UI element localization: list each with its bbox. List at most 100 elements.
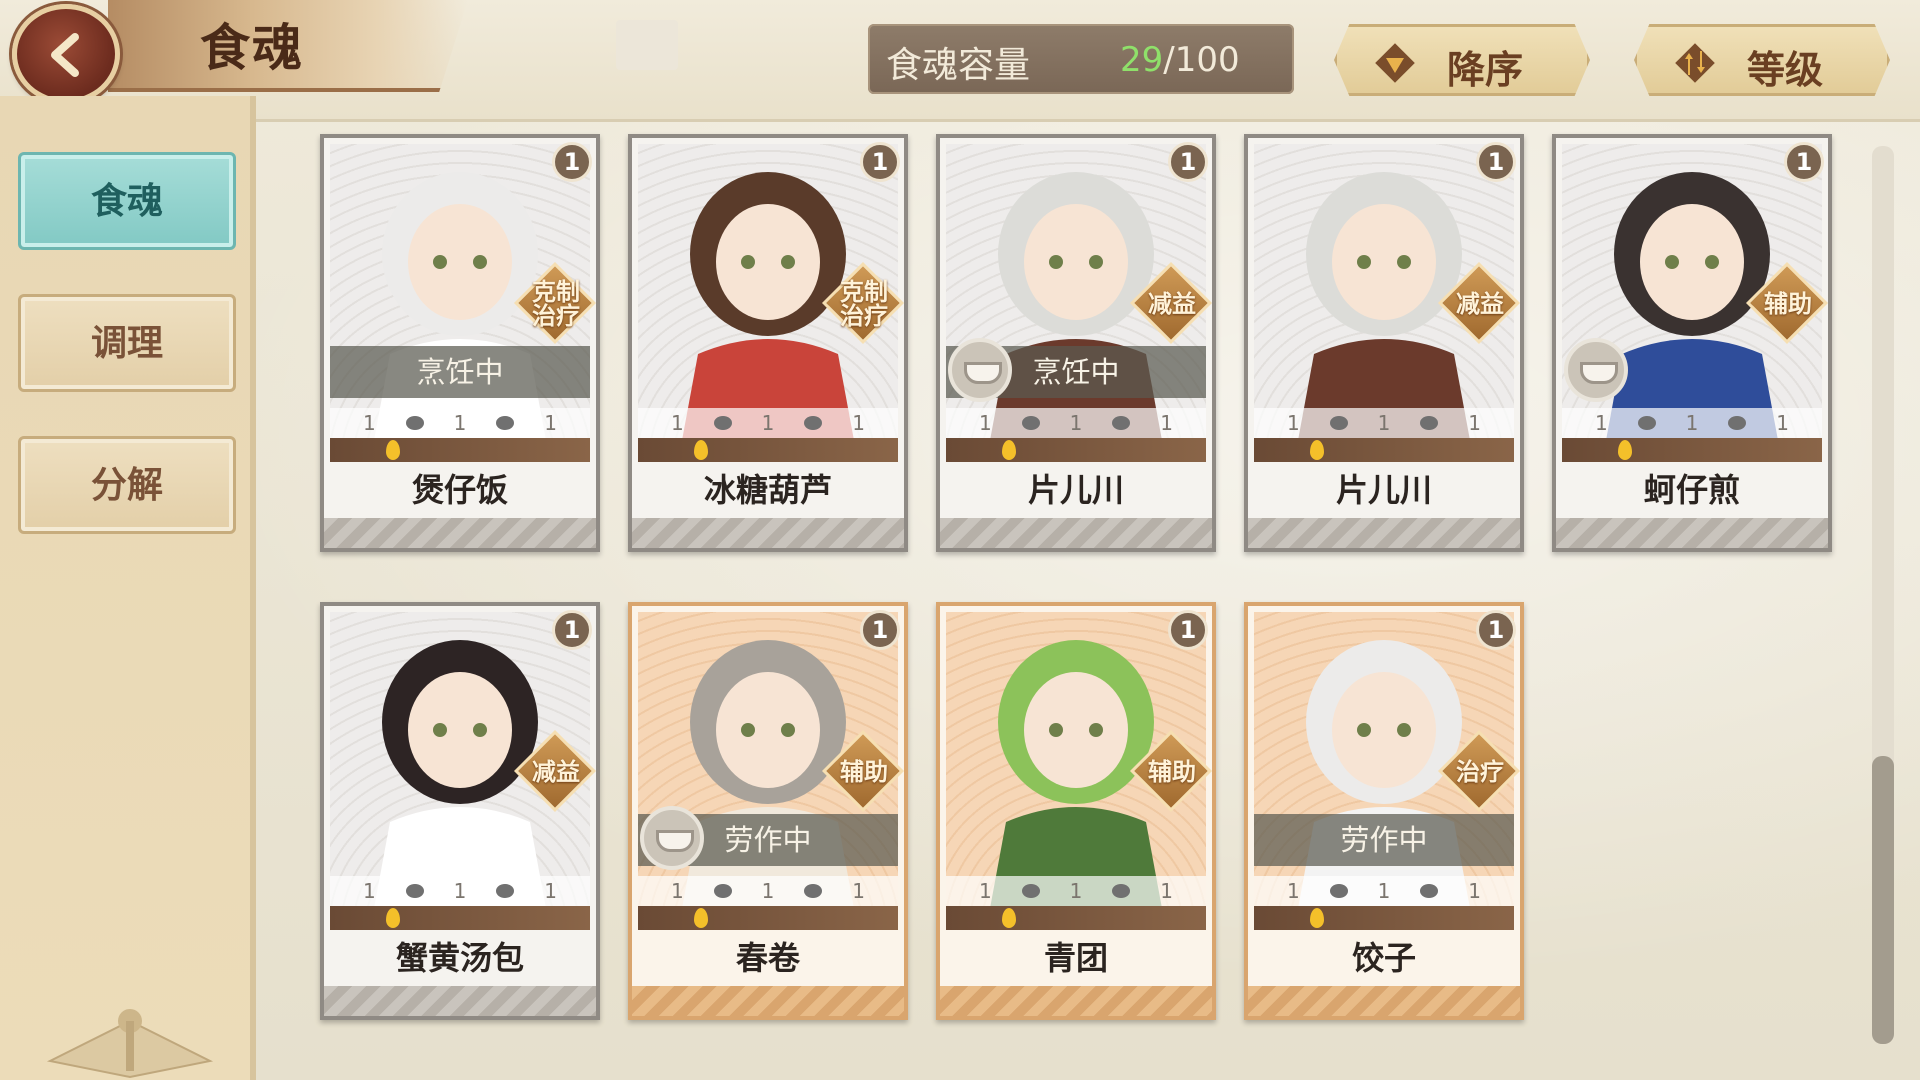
stats-row: 1 1 1 — [1254, 408, 1514, 438]
food-soul-card[interactable]: 1 克制 治疗 1 1 1 冰糖葫芦 — [628, 134, 908, 552]
stat-value: 1 — [852, 879, 865, 903]
stat-value: 1 — [761, 411, 775, 435]
level-badge: 1 — [1168, 142, 1208, 182]
level-badge: 1 — [860, 142, 900, 182]
role-tag: 减益 — [1437, 261, 1521, 345]
sidebar-item-food-souls[interactable]: 食魂 — [18, 152, 236, 250]
food-soul-card[interactable]: 1 辅助 劳作中 1 1 1 春卷 — [628, 602, 908, 1020]
sidebar-item-conditioning[interactable]: 调理 — [18, 294, 236, 392]
card-name: 蚵仔煎 — [1643, 471, 1740, 509]
sidebar-item-label: 调理 — [90, 322, 163, 364]
role-label: 克制 治疗 — [532, 278, 580, 330]
role-label: 治疗 — [1456, 758, 1504, 786]
capacity-display: 食魂容量 29/100 — [868, 24, 1294, 94]
stat-value: 1 — [1594, 411, 1608, 435]
stat-icon — [1329, 416, 1348, 430]
food-soul-card[interactable]: 1 减益 1 1 1 片儿川 — [1244, 134, 1524, 552]
capacity-total: /100 — [1163, 40, 1240, 80]
flame-icon — [694, 440, 708, 460]
food-soul-card[interactable]: 1 减益 1 1 1 蟹黄汤包 — [320, 602, 600, 1020]
triangle-down-icon — [1375, 43, 1415, 83]
food-soul-card[interactable]: 1 辅助 1 1 1 青团 — [936, 602, 1216, 1020]
sort-key-button[interactable]: 等级 — [1634, 24, 1890, 96]
flame-icon — [1310, 440, 1324, 460]
food-soul-card[interactable]: 1 克制 治疗 烹饪中 1 1 1 煲仔饭 — [320, 134, 600, 552]
food-soul-card[interactable]: 1 辅助 1 1 1 蚵仔煎 — [1552, 134, 1832, 552]
stat-value: 1 — [1069, 411, 1083, 435]
flame-row — [638, 906, 898, 930]
stats-row: 1 1 1 — [638, 876, 898, 906]
card-footer — [1248, 986, 1520, 1016]
stat-icon — [1112, 416, 1131, 430]
card-footer — [940, 986, 1212, 1016]
flame-icon — [1002, 440, 1016, 460]
flame-icon — [1002, 908, 1016, 928]
stats-row: 1 1 1 — [1254, 876, 1514, 906]
sidebar: 食魂 调理 分解 — [0, 96, 256, 1080]
flame-row — [1254, 438, 1514, 462]
stat-value: 1 — [1685, 411, 1699, 435]
stat-icon — [1112, 884, 1131, 898]
scrollbar-thumb[interactable] — [1872, 756, 1894, 1044]
flame-row — [638, 438, 898, 462]
card-name: 饺子 — [1351, 939, 1416, 977]
stat-icon — [496, 416, 515, 430]
flame-icon — [386, 440, 400, 460]
sort-key-label: 等级 — [1747, 47, 1824, 92]
card-footer — [324, 518, 596, 548]
card-footer — [1248, 518, 1520, 548]
stat-icon — [496, 884, 515, 898]
card-name: 蟹黄汤包 — [395, 939, 524, 977]
card-footer — [632, 518, 904, 548]
bowl-icon — [1564, 338, 1628, 402]
stats-row: 1 1 1 — [330, 408, 590, 438]
role-label: 辅助 — [840, 758, 888, 786]
card-name: 片儿川 — [1027, 471, 1124, 509]
stat-value: 1 — [362, 411, 376, 435]
stat-icon — [405, 416, 424, 430]
flame-icon — [694, 908, 708, 928]
level-badge: 1 — [1168, 610, 1208, 650]
stat-icon — [804, 416, 823, 430]
sidebar-item-label: 分解 — [90, 464, 163, 506]
stat-value: 1 — [978, 411, 992, 435]
flame-row — [1254, 906, 1514, 930]
sort-order-button[interactable]: 降序 — [1334, 24, 1590, 96]
page-title: 食魂 — [200, 18, 304, 77]
level-badge: 1 — [1476, 142, 1516, 182]
sidebar-item-decompose[interactable]: 分解 — [18, 436, 236, 534]
capacity-label: 食魂容量 — [886, 45, 1031, 86]
stats-row: 1 1 1 — [946, 408, 1206, 438]
card-name: 煲仔饭 — [411, 471, 508, 509]
capacity-current: 29 — [1120, 40, 1164, 80]
stat-icon — [1420, 884, 1439, 898]
chevron-left-icon — [51, 33, 79, 77]
role-tag: 减益 — [513, 729, 597, 813]
food-soul-card[interactable]: 1 治疗 劳作中 1 1 1 饺子 — [1244, 602, 1524, 1020]
sidebar-ornament-icon — [46, 1009, 214, 1079]
stats-row: 1 1 1 — [330, 876, 590, 906]
back-button[interactable] — [12, 4, 120, 104]
level-badge: 1 — [552, 610, 592, 650]
top-bar: 食魂 食魂容量 29/100 降序 等级 — [0, 0, 1920, 122]
sort-arrows-icon — [1675, 43, 1715, 83]
flame-row — [1562, 438, 1822, 462]
stats-row: 1 1 1 — [638, 408, 898, 438]
stat-value: 1 — [1468, 879, 1481, 903]
level-badge: 1 — [552, 142, 592, 182]
role-tag: 克制 治疗 — [821, 261, 905, 345]
stat-value: 1 — [670, 411, 684, 435]
card-footer — [632, 986, 904, 1016]
stat-value: 1 — [544, 411, 557, 435]
card-footer — [1556, 518, 1828, 548]
food-soul-card[interactable]: 1 减益 烹饪中 1 1 1 片儿川 — [936, 134, 1216, 552]
stat-value: 1 — [852, 411, 865, 435]
flame-icon — [1618, 440, 1632, 460]
card-name: 青团 — [1043, 939, 1108, 977]
stat-icon — [1728, 416, 1747, 430]
stat-value: 1 — [362, 879, 376, 903]
flame-row — [946, 906, 1206, 930]
role-tag: 克制 治疗 — [513, 261, 597, 345]
stat-value: 1 — [1160, 879, 1173, 903]
card-name: 片儿川 — [1335, 471, 1432, 509]
